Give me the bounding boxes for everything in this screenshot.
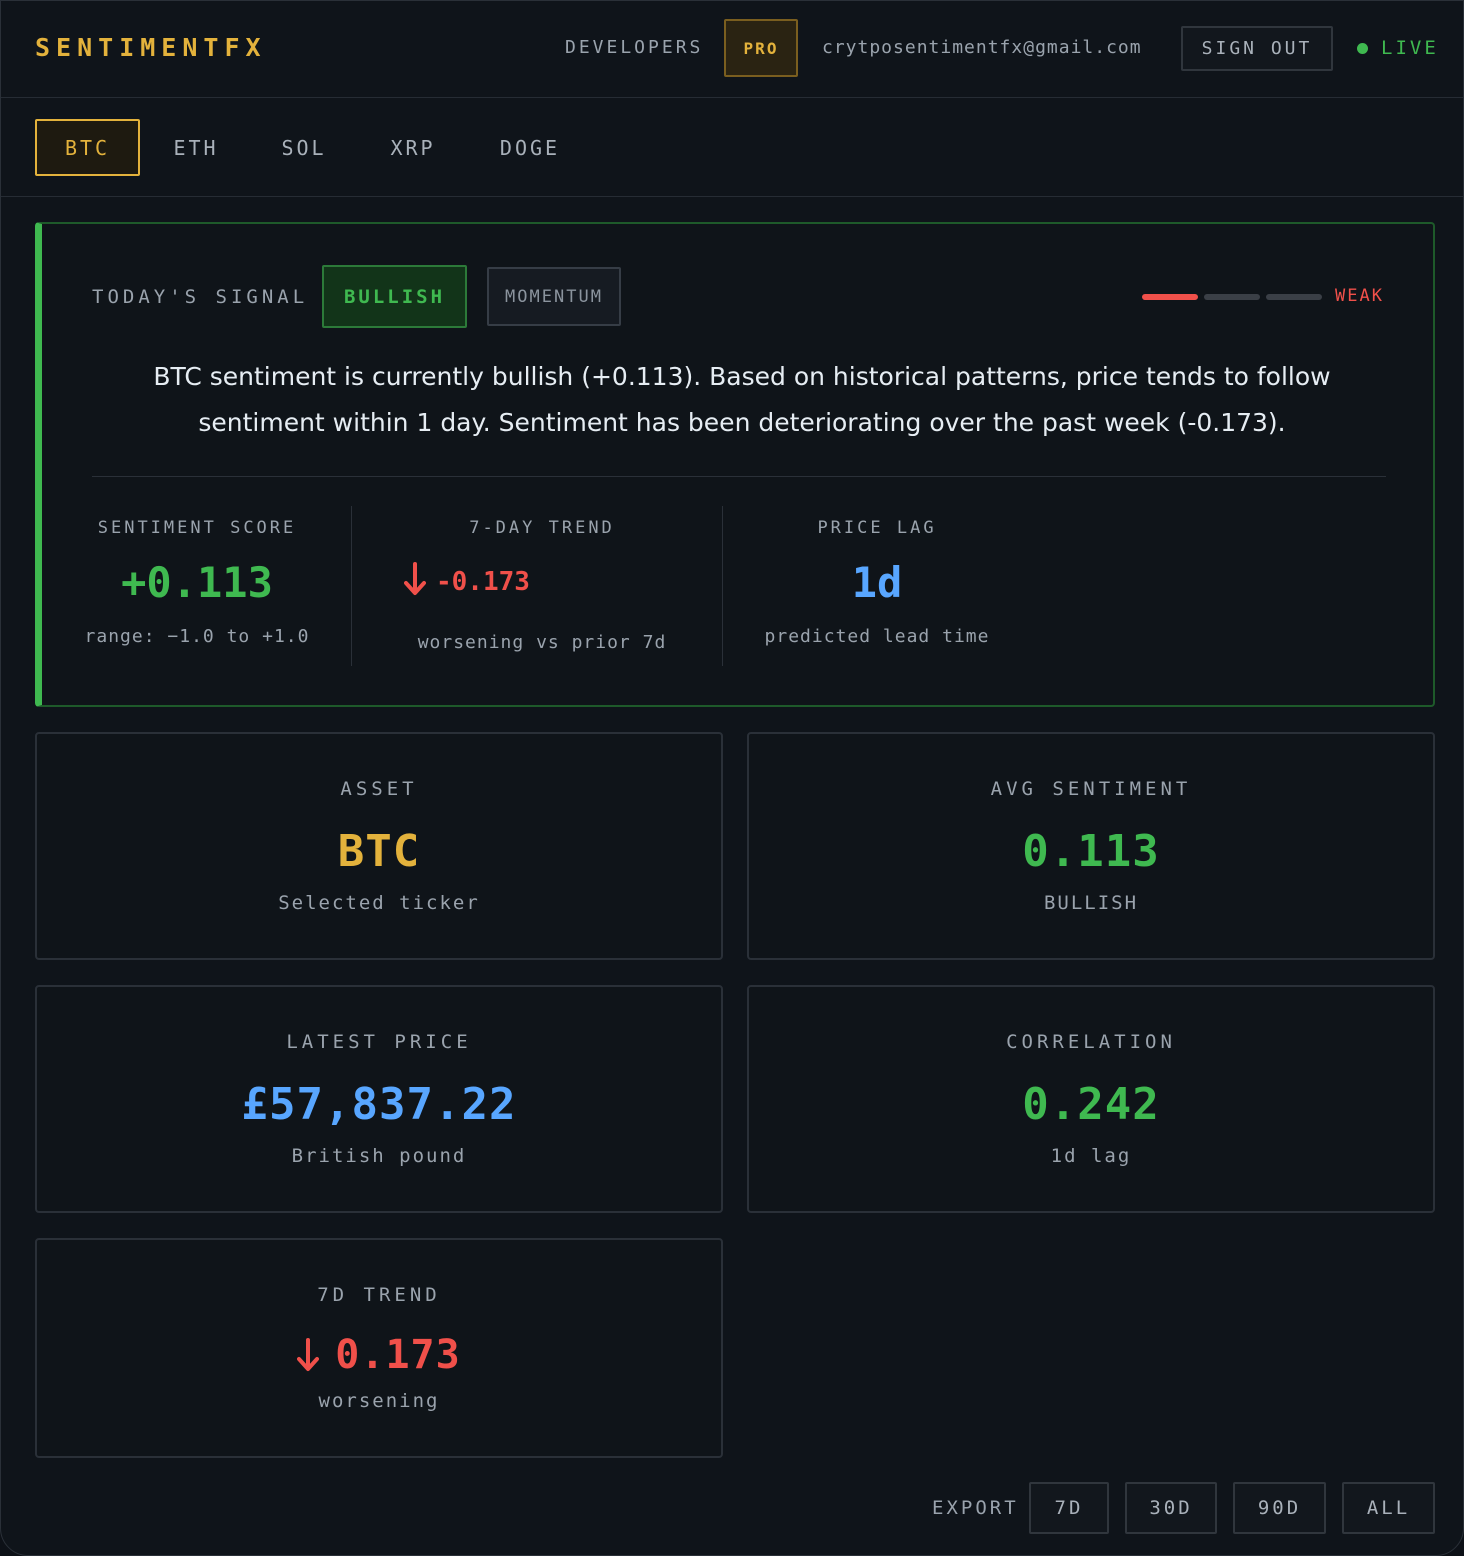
card-label: ASSET xyxy=(340,778,418,800)
divider xyxy=(722,506,723,666)
pro-button[interactable]: PRO xyxy=(724,19,798,77)
tab-sol[interactable]: SOL xyxy=(259,119,349,176)
avg-sentiment-value: 0.113 xyxy=(1022,826,1160,877)
strength-bar-segment xyxy=(1204,294,1260,300)
card-subtext: Selected ticker xyxy=(278,892,480,914)
metric-subtext: predicted lead time xyxy=(764,626,990,647)
trend-value: -0.173 xyxy=(436,567,530,597)
signal-label: TODAY'S SIGNAL xyxy=(92,286,309,308)
correlation-value: 0.242 xyxy=(1022,1079,1160,1130)
sign-out-button[interactable]: SIGN OUT xyxy=(1181,26,1333,71)
brand-logo[interactable]: SENTIMENTFX xyxy=(35,33,267,62)
latest-price-value: £57,837.22 xyxy=(241,1079,517,1130)
seven-day-trend-metric: 7-DAY TREND -0.173 worsening vs prior 7d xyxy=(382,506,702,666)
card-subtext: BULLISH xyxy=(1043,892,1139,914)
export-30d-button[interactable]: 30D xyxy=(1125,1482,1217,1534)
metric-label: PRICE LAG xyxy=(817,518,937,538)
asset-card: ASSET BTC Selected ticker xyxy=(35,732,723,960)
strength-bar-segment xyxy=(1142,294,1198,300)
seven-day-trend-card: 7D TREND 0.173 worsening xyxy=(35,1238,723,1458)
signal-strength-label: WEAK xyxy=(1335,286,1384,306)
trend-card-value: 0.173 xyxy=(335,1332,461,1378)
metric-subtext: worsening vs prior 7d xyxy=(417,632,667,653)
export-90d-button[interactable]: 90D xyxy=(1233,1482,1326,1534)
live-status-label: LIVE xyxy=(1381,37,1439,59)
export-7d-button[interactable]: 7D xyxy=(1029,1482,1109,1534)
tab-doge[interactable]: DOGE xyxy=(485,119,575,176)
price-lag-metric: PRICE LAG 1d predicted lead time xyxy=(752,506,1002,666)
card-label: LATEST PRICE xyxy=(286,1031,472,1053)
tab-eth[interactable]: ETH xyxy=(151,119,241,176)
sentiment-score-value: +0.113 xyxy=(121,558,273,607)
divider xyxy=(92,476,1386,477)
ticker-tabs: BTC ETH SOL XRP DOGE xyxy=(1,98,1463,197)
live-status-dot-icon xyxy=(1357,43,1368,54)
user-email: crytposentimentfx@gmail.com xyxy=(822,37,1142,58)
signal-direction-badge: BULLISH xyxy=(322,265,467,328)
sentiment-score-metric: SENTIMENT SCORE +0.113 range: −1.0 to +1… xyxy=(82,506,312,666)
signal-summary-text: BTC sentiment is currently bullish (+0.1… xyxy=(153,362,1331,437)
metric-subtext: range: −1.0 to +1.0 xyxy=(84,626,310,647)
price-lag-value: 1d xyxy=(851,558,903,607)
asset-value: BTC xyxy=(337,826,421,877)
metric-label: SENTIMENT SCORE xyxy=(97,518,297,538)
trend-card-value-row: 0.173 xyxy=(37,1328,721,1379)
card-subtext: 1d lag xyxy=(1050,1145,1132,1167)
developers-link[interactable]: DEVELOPERS xyxy=(565,37,703,58)
metric-label: 7-DAY TREND xyxy=(469,518,615,538)
todays-signal-card: TODAY'S SIGNAL BULLISH MOMENTUM WEAK BTC… xyxy=(35,222,1435,707)
card-label: CORRELATION xyxy=(1006,1031,1176,1053)
card-label: 7D TREND xyxy=(317,1284,441,1306)
card-label: AVG SENTIMENT xyxy=(990,778,1192,800)
strength-bar-segment xyxy=(1266,294,1322,300)
app-window: SENTIMENTFX DEVELOPERS PRO crytposentime… xyxy=(0,0,1464,1556)
arrow-down-icon xyxy=(297,1338,320,1371)
latest-price-card: LATEST PRICE £57,837.22 British pound xyxy=(35,985,723,1213)
trend-value-row: -0.173 xyxy=(382,562,702,597)
divider xyxy=(351,506,352,666)
arrow-down-icon xyxy=(404,562,426,595)
avg-sentiment-card: AVG SENTIMENT 0.113 BULLISH xyxy=(747,732,1435,960)
card-subtext: worsening xyxy=(318,1390,440,1412)
top-header: SENTIMENTFX DEVELOPERS PRO crytposentime… xyxy=(1,1,1463,98)
card-subtext: British pound xyxy=(291,1145,467,1167)
tab-btc[interactable]: BTC xyxy=(35,119,140,176)
correlation-card: CORRELATION 0.242 1d lag xyxy=(747,985,1435,1213)
export-label: EXPORT xyxy=(932,1497,1019,1519)
signal-type-badge: MOMENTUM xyxy=(487,267,621,326)
export-all-button[interactable]: ALL xyxy=(1342,1482,1435,1534)
tab-xrp[interactable]: XRP xyxy=(368,119,458,176)
